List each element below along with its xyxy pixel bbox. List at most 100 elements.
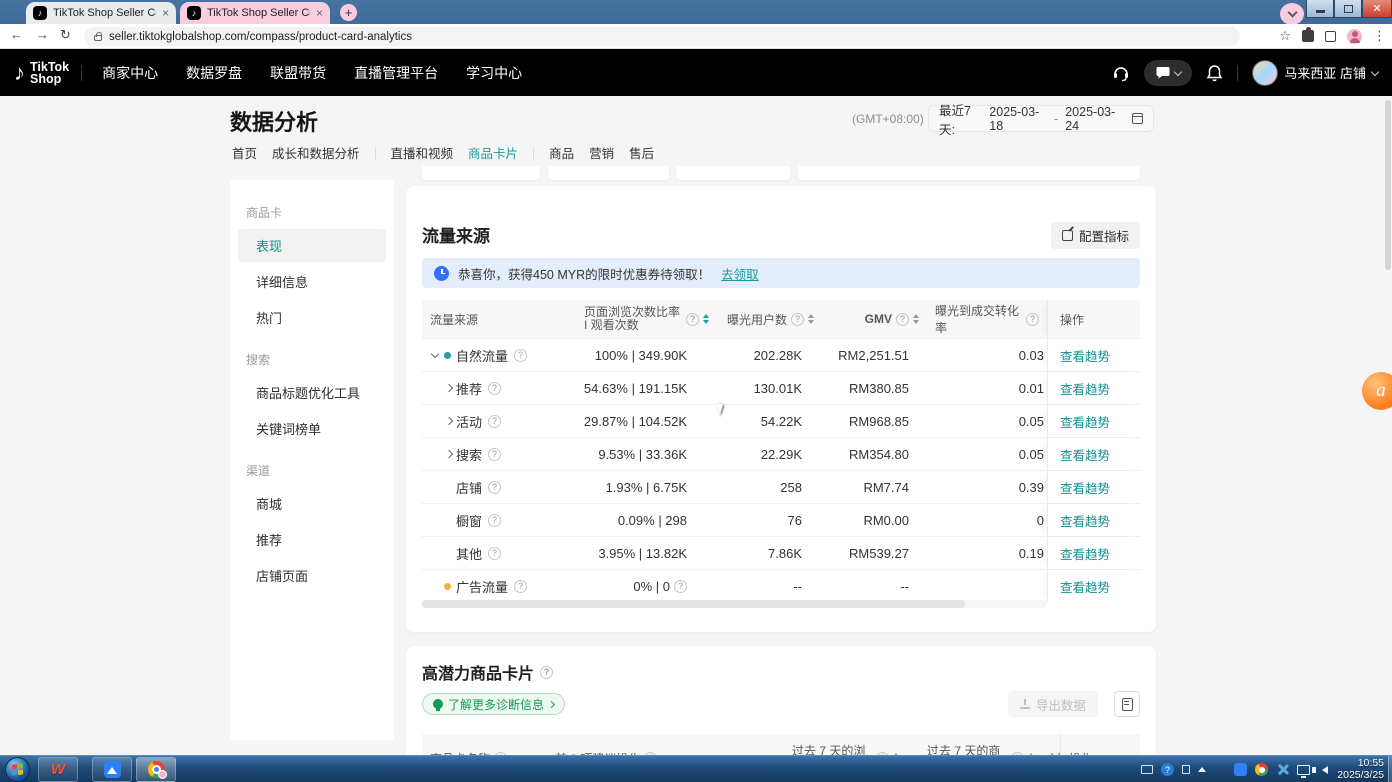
configure-metrics-button[interactable]: 配置指标 (1051, 222, 1140, 249)
url-bar[interactable]: seller.tiktokglobalshop.com/compass/prod… (84, 27, 1240, 46)
window-close-button[interactable]: ✕ (1362, 0, 1392, 18)
tab-close-icon[interactable]: × (162, 7, 169, 19)
tray-app-x-icon[interactable] (1276, 763, 1289, 776)
view-trend-link[interactable]: 查看趋势 (1060, 445, 1110, 464)
notes-button[interactable] (1114, 691, 1140, 717)
store-selector[interactable]: 马来西亚 店铺 (1252, 60, 1378, 86)
refresh-button[interactable]: ↻ (60, 27, 71, 43)
back-button[interactable]: ← (10, 27, 23, 42)
tab-close-icon[interactable]: × (316, 7, 323, 19)
sidebar-item-title-optimizer[interactable]: 商品标题优化工具 (238, 376, 386, 409)
tray-app-blue-icon[interactable] (1234, 763, 1247, 776)
view-trend-link[interactable]: 查看趋势 (1060, 346, 1110, 365)
sort-icon[interactable] (703, 314, 709, 324)
help-icon[interactable]: ? (488, 481, 501, 494)
tray-device-icon[interactable] (1182, 765, 1190, 774)
browser-profile-avatar[interactable] (1347, 29, 1362, 44)
floating-chat-widget[interactable]: a (1362, 372, 1392, 410)
nav-item-affiliate[interactable]: 联盟带货 (264, 59, 332, 87)
help-icon[interactable]: ? (488, 448, 501, 461)
nav-item-live-manager[interactable]: 直播管理平台 (348, 59, 444, 87)
notifications-bell-icon[interactable] (1206, 64, 1223, 82)
sort-icon[interactable] (913, 314, 919, 324)
tiktok-shop-logo[interactable]: ♪ TikTok Shop (14, 60, 69, 86)
view-trend-link[interactable]: 查看趋势 (1060, 379, 1110, 398)
window-minimize-button[interactable] (1306, 0, 1334, 18)
taskbar-app-docs[interactable] (92, 757, 132, 782)
support-headset-icon[interactable] (1112, 64, 1130, 82)
view-trend-link[interactable]: 查看趋势 (1060, 478, 1110, 497)
column-header-exposed-users[interactable]: 曝光用户数 ? (717, 300, 822, 338)
source-name-cell: 广告流量 ? (422, 570, 562, 602)
start-button[interactable] (5, 757, 30, 782)
show-desktop-button[interactable] (1388, 756, 1392, 782)
tab-growth-analytics[interactable]: 成长和数据分析 (272, 143, 360, 173)
sidebar-item-performance[interactable]: 表现 (238, 229, 386, 262)
claim-coupon-link[interactable]: 去领取 (721, 264, 759, 283)
volume-icon[interactable] (1322, 766, 1328, 774)
help-icon[interactable]: ? (540, 666, 553, 679)
window-maximize-button[interactable] (1334, 0, 1362, 18)
help-icon[interactable]: ? (488, 415, 501, 428)
bookmark-star-icon[interactable]: ☆ (1279, 28, 1291, 44)
view-trend-link[interactable]: 查看趋势 (1060, 544, 1110, 563)
column-header-source[interactable]: 流量来源 (422, 300, 562, 338)
extensions-puzzle-icon[interactable] (1302, 30, 1314, 42)
view-trend-link[interactable]: 查看趋势 (1060, 577, 1110, 596)
horizontal-scrollbar-thumb[interactable] (422, 600, 965, 608)
browser-menu-icon[interactable]: ⋮ (1373, 28, 1386, 44)
expand-chevron-icon[interactable] (444, 415, 456, 427)
column-header-views-ratio[interactable]: 页面浏览次数比率 I 观看次数 ? (562, 300, 717, 338)
help-icon[interactable]: ? (674, 580, 687, 593)
tray-window-icon[interactable] (1141, 765, 1153, 774)
nav-item-learning-center[interactable]: 学习中心 (460, 59, 528, 87)
sort-icon[interactable] (808, 314, 814, 324)
nav-item-data-compass[interactable]: 数据罗盘 (180, 59, 248, 87)
column-header-gmv[interactable]: GMV ? (822, 300, 927, 338)
help-icon[interactable]: ? (488, 514, 501, 527)
tray-help-icon[interactable]: ? (1161, 763, 1174, 776)
sidebar-item-details[interactable]: 详细信息 (238, 265, 386, 298)
taskbar-app-chrome[interactable] (136, 757, 176, 782)
expand-chevron-icon[interactable] (444, 448, 456, 460)
view-trend-link[interactable]: 查看趋势 (1060, 412, 1110, 431)
date-preset-label: 最近7天: (939, 100, 982, 138)
column-header-conversion[interactable]: 曝光到成交转化率 ? (927, 300, 1047, 338)
help-icon[interactable]: ? (514, 580, 527, 593)
sidebar-item-shop-page[interactable]: 店铺页面 (238, 559, 386, 592)
page-scrollbar-thumb[interactable] (1385, 100, 1391, 270)
sidebar-item-keyword-rankings[interactable]: 关键词榜单 (238, 412, 386, 445)
help-icon[interactable]: ? (1026, 313, 1039, 326)
messages-button[interactable] (1144, 60, 1192, 86)
sidebar-item-mall[interactable]: 商城 (238, 487, 386, 520)
help-icon[interactable]: ? (686, 313, 699, 326)
export-data-button[interactable]: 导出数据 (1008, 691, 1098, 717)
collapse-chevron-icon[interactable] (430, 349, 442, 361)
date-range-picker[interactable]: 最近7天: 2025-03-18 - 2025-03-24 (928, 105, 1154, 132)
diagnose-info-pill[interactable]: 了解更多诊断信息 (422, 693, 565, 715)
tray-chrome-icon[interactable] (1255, 763, 1268, 776)
taskbar-clock[interactable]: 10:55 2025/3/25 (1337, 758, 1384, 781)
network-icon[interactable] (1297, 765, 1310, 775)
site-security-lock-icon[interactable] (94, 35, 102, 41)
horizontal-scrollbar[interactable] (422, 600, 1047, 608)
sidebar-item-recommendation[interactable]: 推荐 (238, 523, 386, 556)
help-icon[interactable]: ? (896, 313, 909, 326)
help-icon[interactable]: ? (791, 313, 804, 326)
side-panel-icon[interactable] (1325, 31, 1336, 42)
help-icon[interactable]: ? (514, 349, 527, 362)
tray-expand-icon[interactable] (1198, 767, 1206, 772)
help-icon[interactable]: ? (488, 382, 501, 395)
browser-tab-2[interactable]: ♪ TikTok Shop Seller Center | Cr × (180, 2, 330, 24)
expand-chevron-icon[interactable] (444, 382, 456, 394)
help-icon[interactable]: ? (488, 547, 501, 560)
tab-search-button[interactable] (1280, 3, 1304, 25)
forward-button[interactable]: → (36, 27, 49, 42)
sidebar-item-trending[interactable]: 热门 (238, 301, 386, 334)
tab-home[interactable]: 首页 (232, 143, 257, 173)
view-trend-link[interactable]: 查看趋势 (1060, 511, 1110, 530)
browser-tab-1[interactable]: ♪ TikTok Shop Seller Center | Cr × (26, 2, 176, 24)
new-tab-button[interactable]: + (340, 4, 357, 21)
nav-item-seller-center[interactable]: 商家中心 (96, 59, 164, 87)
taskbar-app-wps[interactable]: W (38, 757, 78, 782)
